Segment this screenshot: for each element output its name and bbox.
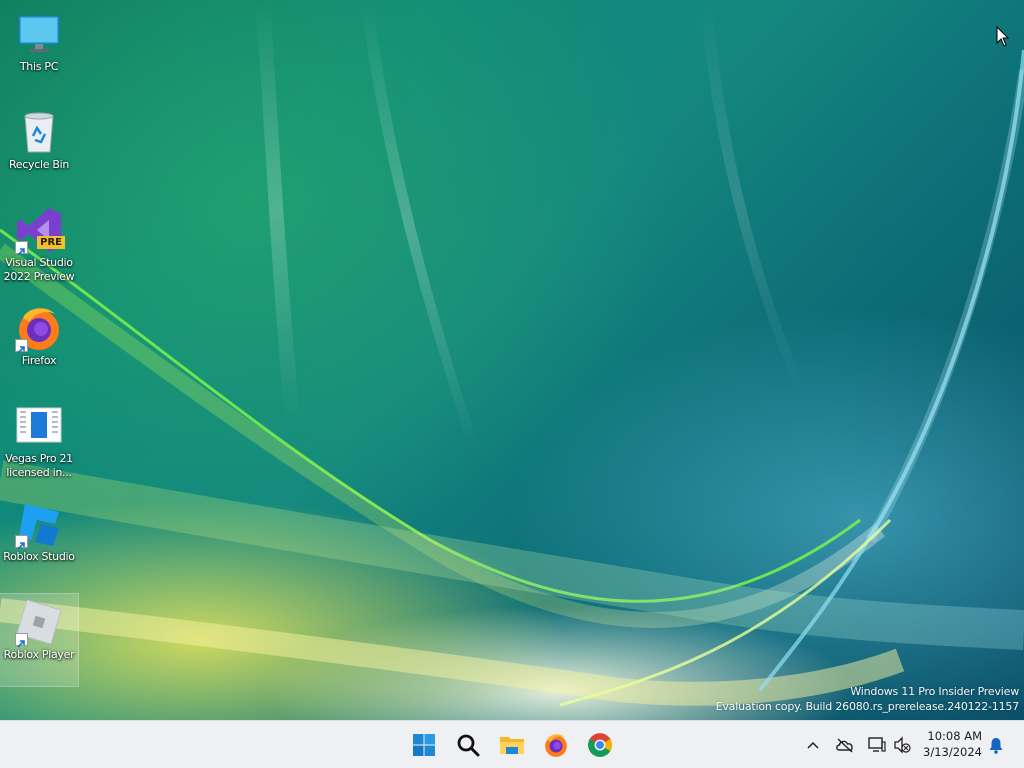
desktop-icon-visual-studio[interactable]: PRE Visual Studio 2022 Preview bbox=[0, 202, 78, 294]
firefox-icon bbox=[15, 304, 63, 354]
volume-muted-icon bbox=[894, 736, 911, 754]
onedrive-offline-icon bbox=[836, 738, 853, 753]
volume-tray-button[interactable] bbox=[890, 733, 914, 757]
clock-date: 3/13/2024 bbox=[923, 745, 982, 759]
desktop-icon-label: Roblox Studio bbox=[3, 550, 75, 563]
search-button[interactable] bbox=[450, 727, 486, 763]
desktop-icon-recycle-bin[interactable]: Recycle Bin bbox=[0, 104, 78, 196]
watermark-edition: Windows 11 Pro Insider Preview bbox=[850, 685, 1019, 698]
windows-watermark: Windows 11 Pro Insider Preview Evaluatio… bbox=[715, 684, 1020, 714]
wallpaper bbox=[0, 0, 1024, 707]
roblox-studio-icon bbox=[15, 500, 63, 550]
mouse-cursor-icon bbox=[996, 26, 1010, 47]
desktop[interactable]: This PC Recycle Bin PRE Visual Studio 20… bbox=[0, 0, 1024, 720]
desktop-icon-label: Vegas Pro 21 licensed in... bbox=[5, 452, 73, 479]
pre-badge: PRE bbox=[37, 236, 65, 249]
taskbar: 10:08 AM 3/13/2024 bbox=[0, 720, 1024, 768]
chrome-taskbar-button[interactable] bbox=[582, 727, 618, 763]
onedrive-tray-button[interactable] bbox=[833, 733, 857, 757]
desktop-icon-label: Visual Studio 2022 Preview bbox=[3, 256, 75, 283]
notification-bell-icon bbox=[989, 738, 1003, 754]
clock[interactable]: 10:08 AM 3/13/2024 bbox=[923, 728, 982, 760]
desktop-icon-roblox-player[interactable]: Roblox Player bbox=[0, 593, 79, 687]
desktop-icon-label: Firefox bbox=[21, 354, 57, 367]
show-hidden-icons-button[interactable] bbox=[801, 733, 825, 757]
vegas-pro-icon bbox=[15, 402, 63, 450]
windows-start-icon bbox=[413, 734, 435, 756]
shortcut-arrow-icon bbox=[15, 633, 28, 648]
shortcut-arrow-icon bbox=[15, 535, 28, 550]
chrome-icon bbox=[588, 733, 612, 757]
recycle-bin-icon bbox=[15, 108, 63, 156]
clock-time: 10:08 AM bbox=[927, 729, 982, 743]
watermark-build: Evaluation copy. Build 26080.rs_prerelea… bbox=[715, 700, 1020, 713]
search-icon bbox=[457, 734, 480, 757]
desktop-icon-label: This PC bbox=[19, 60, 59, 73]
desktop-icon-label: Roblox Player bbox=[3, 648, 75, 661]
start-button[interactable] bbox=[406, 727, 442, 763]
firefox-icon bbox=[545, 734, 567, 757]
network-tray-button[interactable] bbox=[865, 733, 889, 757]
roblox-player-icon bbox=[15, 598, 63, 648]
chevron-up-icon bbox=[807, 741, 819, 749]
desktop-icon-vegas-pro[interactable]: Vegas Pro 21 licensed in... bbox=[0, 398, 78, 490]
network-icon bbox=[868, 737, 886, 752]
notification-center-button[interactable] bbox=[984, 733, 1008, 757]
file-explorer-icon bbox=[500, 737, 524, 754]
visual-studio-icon: PRE bbox=[15, 206, 65, 256]
desktop-icon-label: Recycle Bin bbox=[8, 158, 70, 171]
desktop-icon-roblox-studio[interactable]: Roblox Studio bbox=[0, 496, 78, 588]
desktop-icon-this-pc[interactable]: This PC bbox=[0, 6, 78, 98]
desktop-icon-firefox[interactable]: Firefox bbox=[0, 300, 78, 392]
computer-icon bbox=[15, 10, 63, 58]
firefox-taskbar-button[interactable] bbox=[538, 727, 574, 763]
shortcut-arrow-icon bbox=[15, 241, 28, 256]
file-explorer-button[interactable] bbox=[494, 727, 530, 763]
shortcut-arrow-icon bbox=[15, 339, 28, 354]
